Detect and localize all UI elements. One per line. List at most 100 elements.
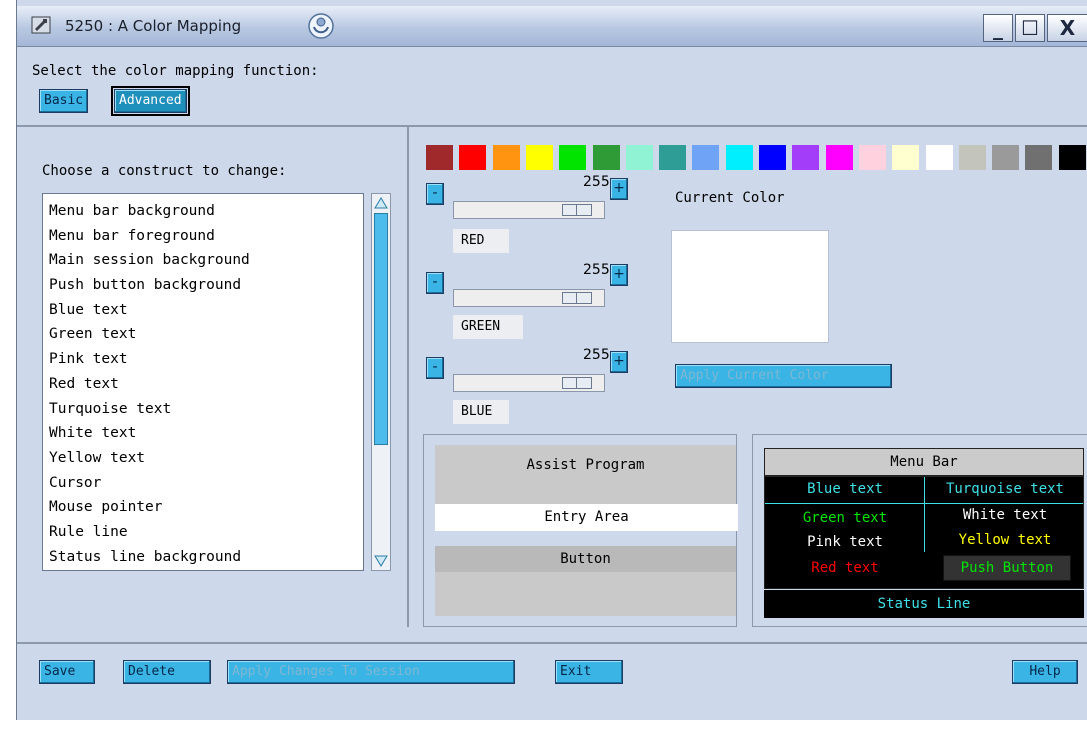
preview-menu-bar: Menu Bar [764, 448, 1084, 476]
push-button-sample: Push Button [943, 555, 1071, 581]
construct-list-item[interactable]: Rule line [43, 520, 363, 545]
help-button[interactable]: Help [1012, 660, 1078, 684]
construct-list-item[interactable]: Menu bar background [43, 199, 363, 224]
entry-area: Entry Area [435, 504, 738, 531]
title-bar: 5250 : A Color Mapping _ ☐ X [17, 6, 1087, 47]
construct-scrollbar[interactable] [371, 193, 391, 571]
color-swatch[interactable] [925, 145, 953, 170]
session-preview: Menu Bar Blue text Turquoise text Green … [752, 434, 1087, 627]
status-strip [17, 696, 1087, 720]
scroll-thumb[interactable] [374, 213, 388, 445]
color-swatch[interactable] [992, 145, 1020, 170]
assist-bottom-area [435, 572, 736, 616]
assist-program-area: Assist Program [435, 445, 736, 510]
construct-list-item[interactable]: Main session background [43, 248, 363, 273]
construct-panel: Choose a construct to change: Menu bar b… [17, 127, 409, 627]
blue-label: BLUE [453, 400, 509, 424]
preview-session-area: Blue text Turquoise text Green text Whit… [764, 476, 1084, 589]
green-slider[interactable] [453, 289, 605, 307]
app-icon [31, 16, 51, 34]
basic-button[interactable]: Basic [39, 89, 89, 113]
blue-slider[interactable] [453, 374, 605, 392]
green-label: GREEN [453, 315, 523, 339]
color-swatch[interactable] [592, 145, 620, 170]
color-swatch[interactable] [1025, 145, 1053, 170]
current-color-swatch [671, 230, 829, 343]
color-swatch[interactable] [525, 145, 553, 170]
advanced-button[interactable]: Advanced [111, 86, 190, 116]
construct-list-item[interactable]: Cursor [43, 471, 363, 496]
red-slider-knob[interactable] [562, 204, 592, 216]
function-label: Select the color mapping function: [32, 63, 319, 79]
color-swatch[interactable] [426, 145, 453, 170]
green-decrease-button[interactable]: - [426, 272, 444, 294]
blue-decrease-button[interactable]: - [426, 357, 444, 379]
construct-list-item[interactable]: Menu bar foreground [43, 224, 363, 249]
session-divider-horizontal [765, 503, 1083, 504]
construct-list-item[interactable]: Pink text [43, 347, 363, 372]
apply-changes-button[interactable]: Apply Changes To Session [227, 660, 515, 684]
globe-icon [308, 13, 334, 39]
color-swatch[interactable] [825, 145, 853, 170]
function-panel: Select the color mapping function: Basic… [17, 47, 1087, 127]
preview-button: Button [435, 546, 736, 572]
construct-list-item[interactable]: Green text [43, 322, 363, 347]
green-text-sample: Green text [802, 510, 888, 526]
blue-increase-button[interactable]: + [610, 351, 628, 373]
delete-button[interactable]: Delete [123, 660, 211, 684]
construct-list-item[interactable]: Turquoise text [43, 397, 363, 422]
assist-preview: Assist Program Entry Area Button [423, 434, 738, 627]
close-button[interactable]: X [1047, 14, 1087, 42]
apply-current-color-button[interactable]: Apply Current Color [675, 364, 892, 388]
color-swatch[interactable] [958, 145, 986, 170]
construct-list-item[interactable]: Status line background [43, 545, 363, 570]
preview-status-line: Status Line [764, 590, 1084, 618]
exit-button[interactable]: Exit [555, 660, 623, 684]
construct-list[interactable]: Menu bar background Menu bar foreground Ma… [42, 193, 364, 571]
blue-text-sample: Blue text [807, 481, 883, 497]
action-bar: Save Delete Apply Changes To Session Exi… [17, 642, 1087, 697]
scroll-up-icon[interactable] [373, 195, 389, 211]
session-divider-vertical [924, 477, 925, 552]
red-text-sample: Red text [811, 560, 879, 576]
construct-list-item[interactable]: Red text [43, 372, 363, 397]
color-swatch[interactable] [725, 145, 753, 170]
red-label: RED [453, 229, 509, 253]
window-title: 5250 : A Color Mapping [65, 17, 242, 35]
white-text-sample: White text [962, 507, 1048, 523]
save-button[interactable]: Save [39, 660, 95, 684]
green-value: 255 [583, 262, 610, 278]
turquoise-text-sample: Turquoise text [945, 481, 1064, 497]
scroll-down-icon[interactable] [373, 553, 389, 569]
construct-list-item[interactable]: Blue text [43, 298, 363, 323]
color-swatch[interactable] [659, 145, 687, 170]
construct-list-item[interactable]: Yellow text [43, 446, 363, 471]
color-swatch[interactable] [459, 145, 487, 170]
green-increase-button[interactable]: + [610, 264, 628, 286]
red-increase-button[interactable]: + [610, 178, 628, 200]
current-color-label: Current Color [675, 190, 785, 206]
minimize-button[interactable]: _ [983, 14, 1013, 42]
color-swatch[interactable] [858, 145, 886, 170]
construct-list-item[interactable]: Push button background [43, 273, 363, 298]
blue-slider-knob[interactable] [562, 377, 592, 389]
red-slider[interactable] [453, 201, 605, 219]
color-swatch[interactable] [492, 145, 520, 170]
maximize-button[interactable]: ☐ [1015, 14, 1045, 42]
color-swatch[interactable] [692, 145, 720, 170]
color-swatch[interactable] [625, 145, 653, 170]
construct-list-item[interactable]: White text [43, 421, 363, 446]
color-mapping-window: 5250 : A Color Mapping _ ☐ X Select the … [16, 0, 1087, 720]
color-swatch[interactable] [1058, 145, 1086, 170]
red-decrease-button[interactable]: - [426, 183, 444, 205]
green-slider-knob[interactable] [562, 292, 592, 304]
color-swatch[interactable] [792, 145, 820, 170]
color-swatch[interactable] [559, 145, 587, 170]
construct-list-item[interactable]: Mouse pointer [43, 495, 363, 520]
color-editor-panel: - 255 + RED - 255 + GREEN - 255 + BLUE C… [409, 127, 1087, 627]
color-swatch[interactable] [892, 145, 920, 170]
construct-label: Choose a construct to change: [42, 163, 287, 179]
red-value: 255 [583, 174, 610, 190]
blue-value: 255 [583, 347, 610, 363]
color-swatch[interactable] [759, 145, 786, 170]
